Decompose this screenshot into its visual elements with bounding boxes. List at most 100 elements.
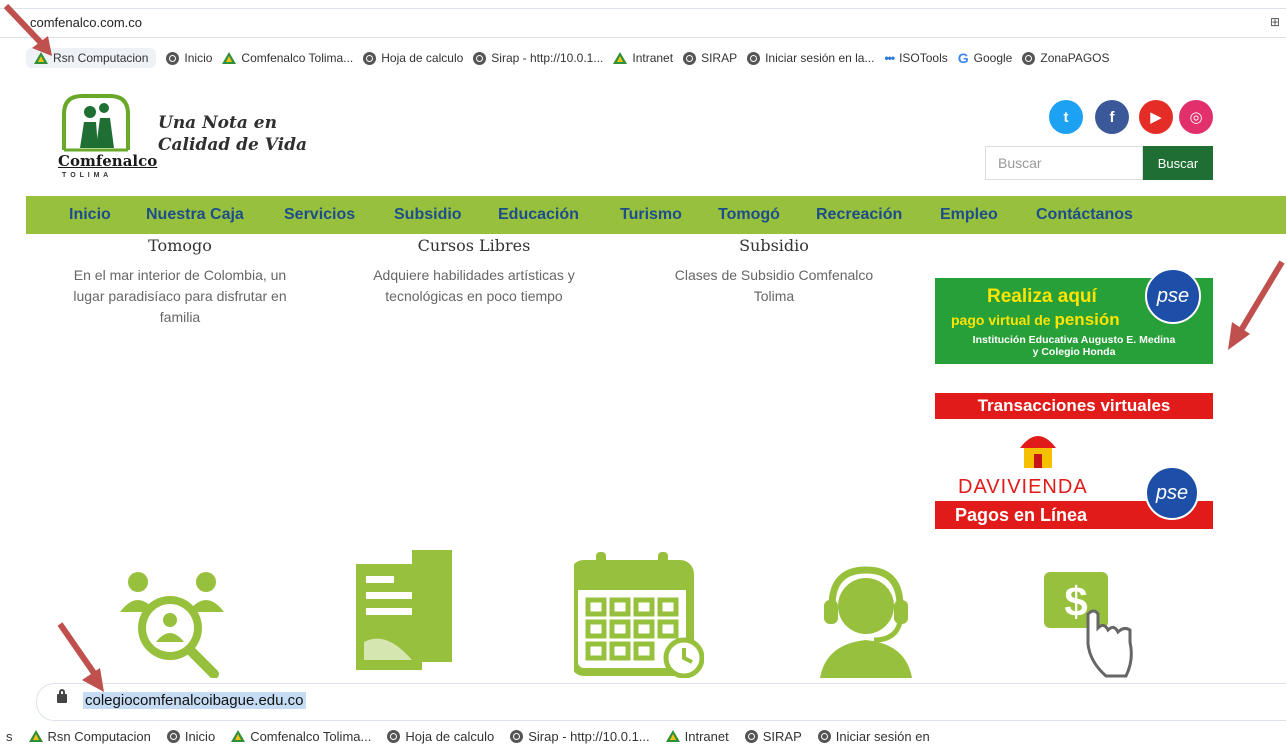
globe-icon (473, 51, 487, 65)
bookmark-label: Rsn Computacion (47, 728, 151, 744)
bookmark-label: ZonaPAGOS (1040, 51, 1110, 65)
bookmark-item[interactable]: Intranet (613, 51, 673, 65)
card-subsidio[interactable]: Subsidio Clases de Subsidio Comfenalco To… (640, 236, 908, 307)
google-icon: G (957, 50, 969, 66)
bookmark-label: Intranet (684, 728, 729, 744)
bookmark-label: Comfenalco Tolima... (241, 51, 354, 65)
bookmark-item[interactable]: Sirap - http://10.0.1... (473, 51, 603, 65)
youtube-icon[interactable]: ▶ (1139, 100, 1173, 134)
bookmark-item[interactable]: Hoja de calculo (387, 729, 494, 744)
address-bar-top[interactable]: comfenalco.com.co ⊞ (0, 8, 1286, 38)
nav-item[interactable]: Contáctanos (1036, 206, 1133, 224)
card-text: Clases de Subsidio Comfenalco Tolima (674, 267, 874, 304)
facebook-icon[interactable]: f (1095, 100, 1129, 134)
logo-name: Comfenalco (58, 152, 158, 170)
bookmark-item[interactable]: Inicio (166, 51, 212, 65)
nav-item[interactable]: Servicios (284, 206, 355, 224)
address-bar-bottom[interactable]: colegiocomfenalcoibague.edu.co (36, 683, 1286, 721)
globe-icon (744, 729, 758, 743)
globe-icon (166, 729, 180, 743)
globe-icon (387, 729, 401, 743)
slogan: Una Nota en Calidad de Vida (158, 112, 307, 156)
annotation-arrow-top-left (3, 3, 52, 56)
bookmark-item[interactable]: Sirap - http://10.0.1... (510, 728, 650, 744)
search-input[interactable]: Buscar (985, 146, 1143, 180)
nav-item[interactable]: Inicio (69, 206, 111, 224)
card-title: Subsidio (739, 236, 809, 255)
nav-item[interactable]: Tomogó (718, 206, 780, 224)
pse-badge-icon: pse (1145, 268, 1201, 324)
bookmark-item[interactable]: Iniciar sesión en (817, 728, 930, 744)
bookmark-label: Intranet (632, 51, 674, 65)
bookmark-item[interactable]: Hoja de calculo (363, 51, 463, 65)
search-people-icon[interactable] (118, 568, 226, 679)
bookmark-label: Sirap - http://10.0.1... (528, 728, 650, 744)
extension-icon[interactable]: ⊞ (1270, 15, 1280, 29)
globe-icon (747, 51, 761, 65)
bookmark-label: Hoja de calculo (405, 728, 495, 744)
globe-icon (363, 51, 377, 65)
nav-item[interactable]: Turismo (620, 206, 682, 224)
pse-line-3: Institución Educativa Augusto E. Medina (972, 334, 1176, 346)
bookmark-label: SIRAP (762, 728, 802, 744)
svg-text:$: $ (1064, 578, 1087, 625)
drive-icon (665, 730, 680, 742)
bookmark-label: Hoja de calculo (381, 51, 464, 65)
davivienda-brand: DAVIVIENDA (958, 476, 1088, 498)
davivienda-house-icon (1016, 430, 1060, 470)
search-button[interactable]: Buscar (1143, 146, 1213, 180)
pse-line-4: y Colegio Honda (1032, 346, 1116, 358)
slogan-line-2: Calidad de Vida (158, 135, 308, 155)
bookmark-item[interactable]: Comfenalco Tolima... (231, 729, 371, 744)
main-nav: Inicio Nuestra Caja Servicios Subsidio Educa… (26, 196, 1286, 234)
globe-icon (683, 51, 697, 65)
customer-support-icon[interactable] (816, 566, 916, 678)
bookmark-item[interactable]: Rsn Computacion (28, 728, 151, 744)
slogan-line-1: Una Nota en (158, 113, 277, 133)
card-title: Tomogo (148, 236, 212, 255)
bookmark-label: ISOTools (899, 51, 948, 65)
drive-icon (222, 52, 237, 64)
nav-item[interactable]: Subsidio (394, 206, 462, 224)
bookmark-label: Google (973, 51, 1013, 65)
nav-item[interactable]: Educación (498, 206, 579, 224)
nav-item[interactable]: Nuestra Caja (146, 206, 244, 224)
bookmark-label: s (6, 728, 13, 744)
bookmark-label: Sirap - http://10.0.1... (491, 51, 604, 65)
bookmark-item[interactable]: SIRAP (744, 728, 802, 744)
bookmark-item[interactable]: ••• ISOTools (884, 51, 947, 65)
bookmarks-bar-top: Rsn Computacion Inicio Comfenalco Tolima..… (26, 44, 1286, 72)
instagram-icon[interactable]: ◎ (1179, 100, 1213, 134)
twitter-icon[interactable]: t (1049, 100, 1083, 134)
calendar-icon[interactable] (570, 552, 705, 679)
dots-icon: ••• (884, 51, 895, 65)
nav-item[interactable]: Recreación (816, 206, 902, 224)
bookmark-item[interactable]: ZonaPAGOS (1022, 51, 1110, 65)
document-book-icon[interactable] (356, 550, 456, 670)
bookmark-item[interactable]: Comfenalco Tolima... (222, 51, 353, 65)
bookmark-item[interactable]: SIRAP (683, 51, 737, 65)
card-text: Adquiere habilidades artísticas y tecnoló… (373, 267, 575, 304)
nav-item[interactable]: Empleo (940, 206, 998, 224)
card-tomogo[interactable]: Tomogo En el mar interior de Colombia, u… (46, 236, 314, 328)
bookmark-label: Comfenalco Tolima... (250, 728, 372, 744)
bookmark-item[interactable]: Intranet (665, 728, 729, 744)
payment-dollar-icon[interactable]: $ (1044, 572, 1134, 680)
bookmark-label: Inicio (184, 728, 216, 744)
annotation-arrow-bottom-left (57, 622, 104, 692)
bookmark-item[interactable]: Inicio (166, 728, 216, 744)
card-text: En el mar interior de Colombia, un lugar … (73, 267, 287, 325)
pse-line-1: Realiza aquí (987, 286, 1097, 307)
bookmarks-bar-bottom: s Rsn Computacion Inicio Comfenalco Tolima.… (6, 722, 1286, 750)
pse-pension-banner[interactable]: Realiza aquí pago virtual de pensión Ins… (935, 268, 1213, 364)
bookmark-item[interactable]: Iniciar sesión en la... (747, 51, 874, 65)
globe-icon (166, 51, 180, 65)
bookmark-item[interactable]: s (6, 729, 13, 744)
transacciones-virtuales-banner[interactable]: Transacciones virtuales (935, 393, 1213, 419)
bookmark-label: Iniciar sesión en (835, 728, 930, 744)
comfenalco-logo[interactable]: Comfenalco T O L I M A (58, 92, 157, 182)
bookmark-item[interactable]: G Google (958, 50, 1013, 66)
globe-icon (510, 729, 524, 743)
bookmark-label: Inicio (184, 51, 213, 65)
card-cursos-libres[interactable]: Cursos Libres Adquiere habilidades artís… (340, 236, 608, 307)
